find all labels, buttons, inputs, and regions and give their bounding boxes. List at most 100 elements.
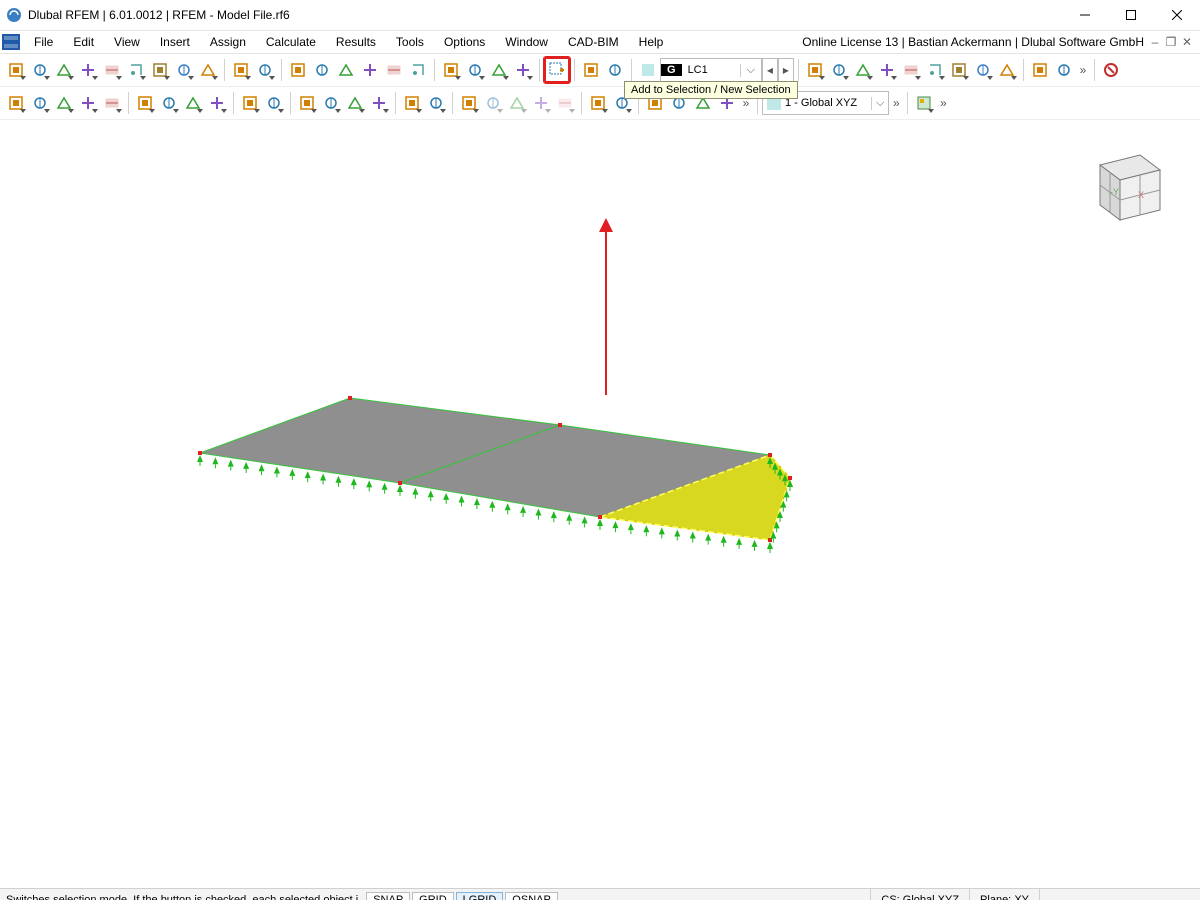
menu-calculate[interactable]: Calculate — [256, 32, 326, 52]
dim-x-button[interactable] — [851, 58, 875, 82]
browser-icon — [56, 62, 72, 78]
menu-edit[interactable]: Edit — [63, 32, 104, 52]
print-button[interactable] — [148, 58, 172, 82]
menu-options[interactable]: Options — [434, 32, 495, 52]
select-arrow-button[interactable] — [439, 58, 463, 82]
display-properties-button[interactable] — [912, 91, 936, 115]
open-button[interactable] — [100, 58, 124, 82]
grid-toggle[interactable]: GRID — [412, 892, 454, 900]
solid-b-button[interactable] — [424, 91, 448, 115]
mirror-button[interactable] — [603, 58, 627, 82]
misc-e-button[interactable] — [553, 91, 577, 115]
select-window-button[interactable] — [487, 58, 511, 82]
line-b-button[interactable] — [76, 91, 100, 115]
dim-z-icon — [903, 62, 919, 78]
model-viewport[interactable]: -Y X — [0, 120, 1200, 888]
member-d-button[interactable] — [205, 91, 229, 115]
solid-a-button[interactable] — [400, 91, 424, 115]
section1-button[interactable] — [1028, 58, 1052, 82]
node-button[interactable] — [4, 91, 28, 115]
loadcase-next-button[interactable]: ▸ — [778, 58, 794, 82]
model-check-button[interactable] — [406, 58, 430, 82]
navigator-icon — [338, 62, 354, 78]
navigation-cube[interactable]: -Y X — [1080, 140, 1170, 230]
table1-button[interactable] — [286, 58, 310, 82]
menu-window[interactable]: Window — [495, 32, 558, 52]
surface-b-button[interactable] — [262, 91, 286, 115]
dim-y-button[interactable] — [875, 58, 899, 82]
misc-a-button[interactable] — [457, 91, 481, 115]
menu-tools[interactable]: Tools — [386, 32, 434, 52]
opening-a-button[interactable] — [295, 91, 319, 115]
member-c-button[interactable] — [181, 91, 205, 115]
dim-z-button[interactable] — [899, 58, 923, 82]
cancel-button[interactable] — [1099, 58, 1123, 82]
dim-y-icon — [879, 62, 895, 78]
project-manager-button[interactable] — [196, 58, 220, 82]
menu-help[interactable]: Help — [629, 32, 674, 52]
mdi-minimize-icon[interactable]: – — [1148, 35, 1162, 49]
misc-d-button[interactable] — [529, 91, 553, 115]
menu-file[interactable]: File — [24, 32, 63, 52]
undo-icon — [233, 62, 249, 78]
load-a-button[interactable] — [586, 91, 610, 115]
show-results-button[interactable] — [827, 58, 851, 82]
redo-button[interactable] — [253, 58, 277, 82]
lgrid-toggle[interactable]: LGRID — [456, 892, 504, 900]
gen-1-button[interactable] — [947, 58, 971, 82]
maximize-button[interactable] — [1108, 0, 1154, 30]
misc-b-button[interactable] — [481, 91, 505, 115]
dim-all-button[interactable] — [923, 58, 947, 82]
menu-assign[interactable]: Assign — [200, 32, 256, 52]
loadcase-prev-button[interactable]: ◂ — [762, 58, 778, 82]
navigator-button[interactable] — [334, 58, 358, 82]
cs-dropdown-icon[interactable]: ⌵ — [871, 97, 888, 110]
mdi-restore-icon[interactable]: ❐ — [1164, 35, 1178, 49]
console-button[interactable] — [358, 58, 382, 82]
table2-button[interactable] — [310, 58, 334, 82]
new-graphically-button[interactable] — [4, 58, 28, 82]
line-c-button[interactable] — [100, 91, 124, 115]
toolbar2-overflow-c[interactable]: » — [936, 96, 950, 110]
loadcase-dropdown-icon[interactable]: ⌵ — [740, 64, 761, 77]
dd-node-button[interactable] — [28, 91, 52, 115]
print-graphic-button[interactable] — [172, 58, 196, 82]
member-b-button[interactable] — [157, 91, 181, 115]
toolbar2-overflow-b[interactable]: » — [889, 96, 903, 110]
add-to-selection-button[interactable] — [544, 57, 570, 83]
section2-button[interactable] — [1052, 58, 1076, 82]
opening-b-button[interactable] — [319, 91, 343, 115]
set-support-button[interactable] — [367, 91, 391, 115]
toolbar1-overflow[interactable]: » — [1076, 63, 1090, 77]
menu-insert[interactable]: Insert — [150, 32, 200, 52]
misc-c-button[interactable] — [505, 91, 529, 115]
osnap-toggle[interactable]: OSNAP — [505, 892, 558, 900]
snap-toggle[interactable]: SNAP — [366, 892, 410, 900]
move-copy-button[interactable] — [579, 58, 603, 82]
member-a-button[interactable] — [133, 91, 157, 115]
gen-3-button[interactable] — [995, 58, 1019, 82]
globe-print-button[interactable] — [76, 58, 100, 82]
script-button[interactable] — [382, 58, 406, 82]
minimize-button[interactable] — [1062, 0, 1108, 30]
menu-results[interactable]: Results — [326, 32, 386, 52]
close-button[interactable] — [1154, 0, 1200, 30]
new-file-button[interactable] — [28, 58, 52, 82]
solid-button[interactable] — [343, 91, 367, 115]
loadcase-combo[interactable]: G LC1 ⌵ — [660, 58, 762, 82]
select-lasso-button[interactable] — [463, 58, 487, 82]
gen-2-button[interactable] — [971, 58, 995, 82]
select-special-button[interactable] — [511, 58, 535, 82]
solid-a-icon — [404, 95, 420, 111]
surface-a-button[interactable] — [238, 91, 262, 115]
menu-view[interactable]: View — [104, 32, 150, 52]
save-button[interactable] — [124, 58, 148, 82]
undo-button[interactable] — [229, 58, 253, 82]
browser-button[interactable] — [52, 58, 76, 82]
menu-cadbim[interactable]: CAD-BIM — [558, 32, 629, 52]
lc-filter-button[interactable] — [636, 58, 660, 82]
line-c-icon — [104, 95, 120, 111]
mdi-close-icon[interactable]: ✕ — [1180, 35, 1194, 49]
show-loads-button[interactable] — [803, 58, 827, 82]
line-a-button[interactable] — [52, 91, 76, 115]
